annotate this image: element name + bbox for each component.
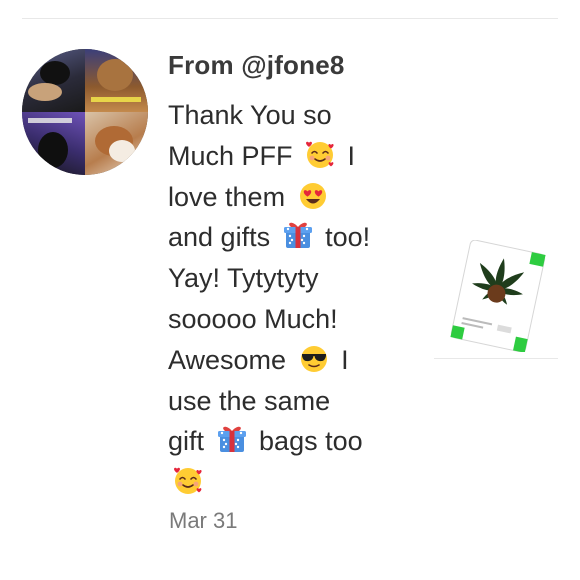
message-line: Yay! Tytytyty [168, 258, 398, 299]
avatar-photo-tile [85, 49, 148, 112]
cannabis-leaf-card-thumbnail-icon [450, 239, 546, 353]
smiling-face-with-hearts-icon [174, 467, 202, 495]
message-line: and gifts too! [168, 217, 398, 258]
message-text-segment: too! [317, 222, 371, 253]
message-text-segment: I [333, 344, 349, 375]
sunglasses-face-icon [300, 345, 327, 372]
thumbnail-divider [434, 358, 558, 359]
message-text-segment: use the same [168, 385, 331, 416]
wrapped-gift-icon [283, 223, 312, 249]
message-text-segment: gift [168, 426, 212, 457]
sender-label[interactable]: From @jfone8 [168, 50, 345, 81]
avatar-photo-tile [22, 112, 85, 175]
post-thumbnail[interactable] [446, 239, 550, 353]
user-avatar[interactable] [22, 49, 148, 175]
message-text-segment: Awesome [168, 344, 294, 375]
avatar-photo-tile [22, 49, 85, 112]
message-line: Awesome I [168, 340, 398, 381]
message-text: Thank You so Much PFF Ilove them and gift… [168, 95, 398, 503]
message-text-segment: Much PFF [168, 140, 301, 171]
message-text-segment: Yay! Tytytyty [168, 263, 319, 294]
message-line: gift bags too [168, 421, 398, 462]
timestamp: Mar 31 [169, 508, 238, 533]
message-line: sooooo Much! [168, 299, 398, 340]
avatar-photo-tile [85, 112, 148, 175]
message-line: love them [168, 177, 398, 218]
message-text-segment: love them [168, 181, 293, 212]
message-text-segment: I [340, 140, 356, 171]
message-text-segment: sooooo Much! [168, 303, 338, 334]
wrapped-gift-icon [217, 427, 246, 453]
message-line: use the same [168, 381, 398, 422]
message-text-segment: Thank You so [168, 100, 332, 130]
heart-eyes-icon [299, 182, 326, 209]
message-line: Thank You so [168, 95, 398, 136]
message-line: Much PFF I [168, 136, 398, 177]
smiling-face-with-hearts-icon [306, 141, 334, 168]
message-line [168, 462, 398, 503]
message-text-segment: and gifts [168, 222, 278, 253]
comment-notification[interactable]: From @jfone8 Thank You so Much PFF Ilove … [0, 0, 580, 580]
message-text-segment: bags too [251, 426, 363, 457]
